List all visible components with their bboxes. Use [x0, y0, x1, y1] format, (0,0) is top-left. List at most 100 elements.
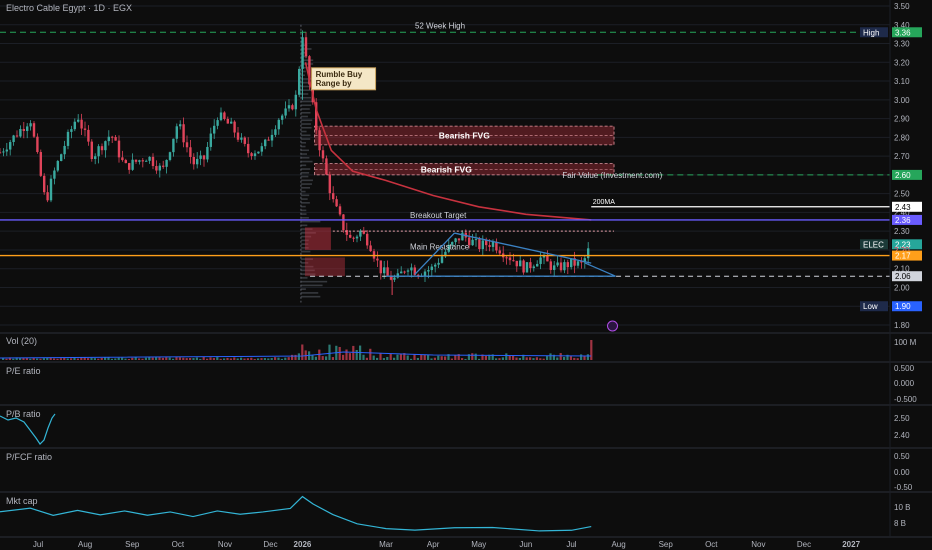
volume-bar [365, 357, 368, 360]
volume-bar [559, 353, 562, 360]
time-tick-label: Nov [218, 540, 232, 549]
candle-body [284, 108, 287, 116]
candle-body [488, 245, 491, 247]
candle-body [270, 134, 274, 141]
event-flag-icon [607, 320, 619, 332]
volume-bar [515, 357, 518, 360]
volume-bar [338, 346, 341, 360]
candle-body [362, 230, 365, 234]
candle-body [250, 153, 253, 157]
value-area-high [304, 227, 331, 250]
level-label: 52 Week High [415, 21, 465, 30]
candle-body [505, 257, 508, 259]
volume-bar [260, 358, 263, 360]
candle-body [457, 238, 461, 241]
candle-body [134, 159, 138, 162]
candle-body [253, 153, 257, 157]
volume-bar [63, 357, 66, 360]
volume-bar [396, 354, 399, 360]
candle-body [202, 155, 206, 160]
candle-body [216, 120, 219, 126]
candle-body [121, 157, 124, 161]
candle-body [587, 248, 590, 259]
volume-bar [59, 358, 62, 360]
volume-bar [348, 353, 351, 360]
time-tick-label: Sep [125, 540, 140, 549]
candle-body [553, 265, 556, 270]
candle-body [274, 129, 277, 135]
volume-bar [5, 358, 8, 360]
volume-bar [376, 357, 379, 360]
candle-body [56, 160, 59, 171]
volume-bar [495, 358, 498, 360]
candle-body [230, 121, 233, 124]
candle-body [158, 165, 161, 171]
volume-bar [226, 357, 229, 360]
volume-profile-bar [300, 209, 307, 212]
level-label: Main Resistance [410, 243, 470, 252]
volume-bar [576, 358, 579, 360]
candle-body [525, 262, 529, 273]
time-tick-label: Mar [379, 540, 393, 549]
volume-profile-bar [300, 187, 310, 189]
volume-bar [444, 356, 447, 360]
volume-profile-bar [300, 141, 306, 144]
candle-body [546, 255, 549, 262]
volume-bar [121, 357, 124, 360]
volume-bar [243, 358, 246, 360]
volume-bar [148, 357, 151, 360]
volume-bar [253, 358, 256, 360]
volume-bar [216, 357, 219, 360]
volume-bar [362, 354, 365, 360]
time-tick-label: Jul [33, 540, 43, 549]
candle-body [196, 158, 199, 165]
candle-body [128, 163, 131, 170]
fvg-label: Bearish FVG [439, 130, 490, 140]
volume-bar [284, 357, 287, 360]
volume-bar [287, 357, 290, 360]
annotation-text-2: Range by [316, 79, 353, 88]
volume-bar [209, 357, 212, 360]
volume-bar [107, 357, 110, 360]
volume-bar [437, 355, 440, 360]
candle-body [304, 37, 308, 57]
volume-bar [399, 353, 402, 360]
volume-bar [498, 358, 501, 360]
candle-body [223, 112, 226, 119]
volume-bar [110, 358, 113, 360]
chart-canvas[interactable]: Bearish FVG Bearish FVG 52 Week High Fair … [0, 0, 932, 550]
volume-profile-bar [300, 288, 306, 290]
volume-bar [114, 358, 117, 360]
volume-bar [246, 358, 249, 360]
volume-bar [569, 355, 572, 360]
annotation-text: Rumble Buy [316, 70, 363, 79]
volume-bar [151, 357, 154, 360]
volume-profile-bar [300, 104, 312, 107]
candle-body [43, 175, 46, 193]
candle-body [291, 105, 294, 110]
volume-profile-bar [300, 250, 311, 253]
volume-bar [165, 357, 168, 360]
volume-bar [311, 355, 314, 360]
volume-bar [274, 357, 277, 360]
candle-body [104, 141, 107, 151]
volume-bar [413, 354, 416, 360]
time-tick-label: Aug [78, 540, 92, 549]
candle-body [321, 150, 325, 159]
time-tick-label: Oct [172, 540, 185, 549]
candle-body [369, 245, 372, 252]
volume-bar [297, 353, 300, 360]
time-tick-label: Jul [566, 540, 576, 549]
volume-profile-bar [300, 190, 306, 193]
price-label: 2.60 [895, 171, 911, 180]
volume-bar [233, 357, 236, 360]
volume-profile-bar [300, 100, 313, 103]
candle-body [151, 156, 155, 167]
candle-body [495, 241, 498, 251]
volume-bar [240, 357, 243, 360]
volume-bar [420, 354, 423, 360]
volume-profile-bar [300, 179, 313, 182]
volume-bar [172, 358, 175, 360]
price-label: 2.36 [895, 216, 911, 225]
volume-bar [138, 358, 141, 360]
